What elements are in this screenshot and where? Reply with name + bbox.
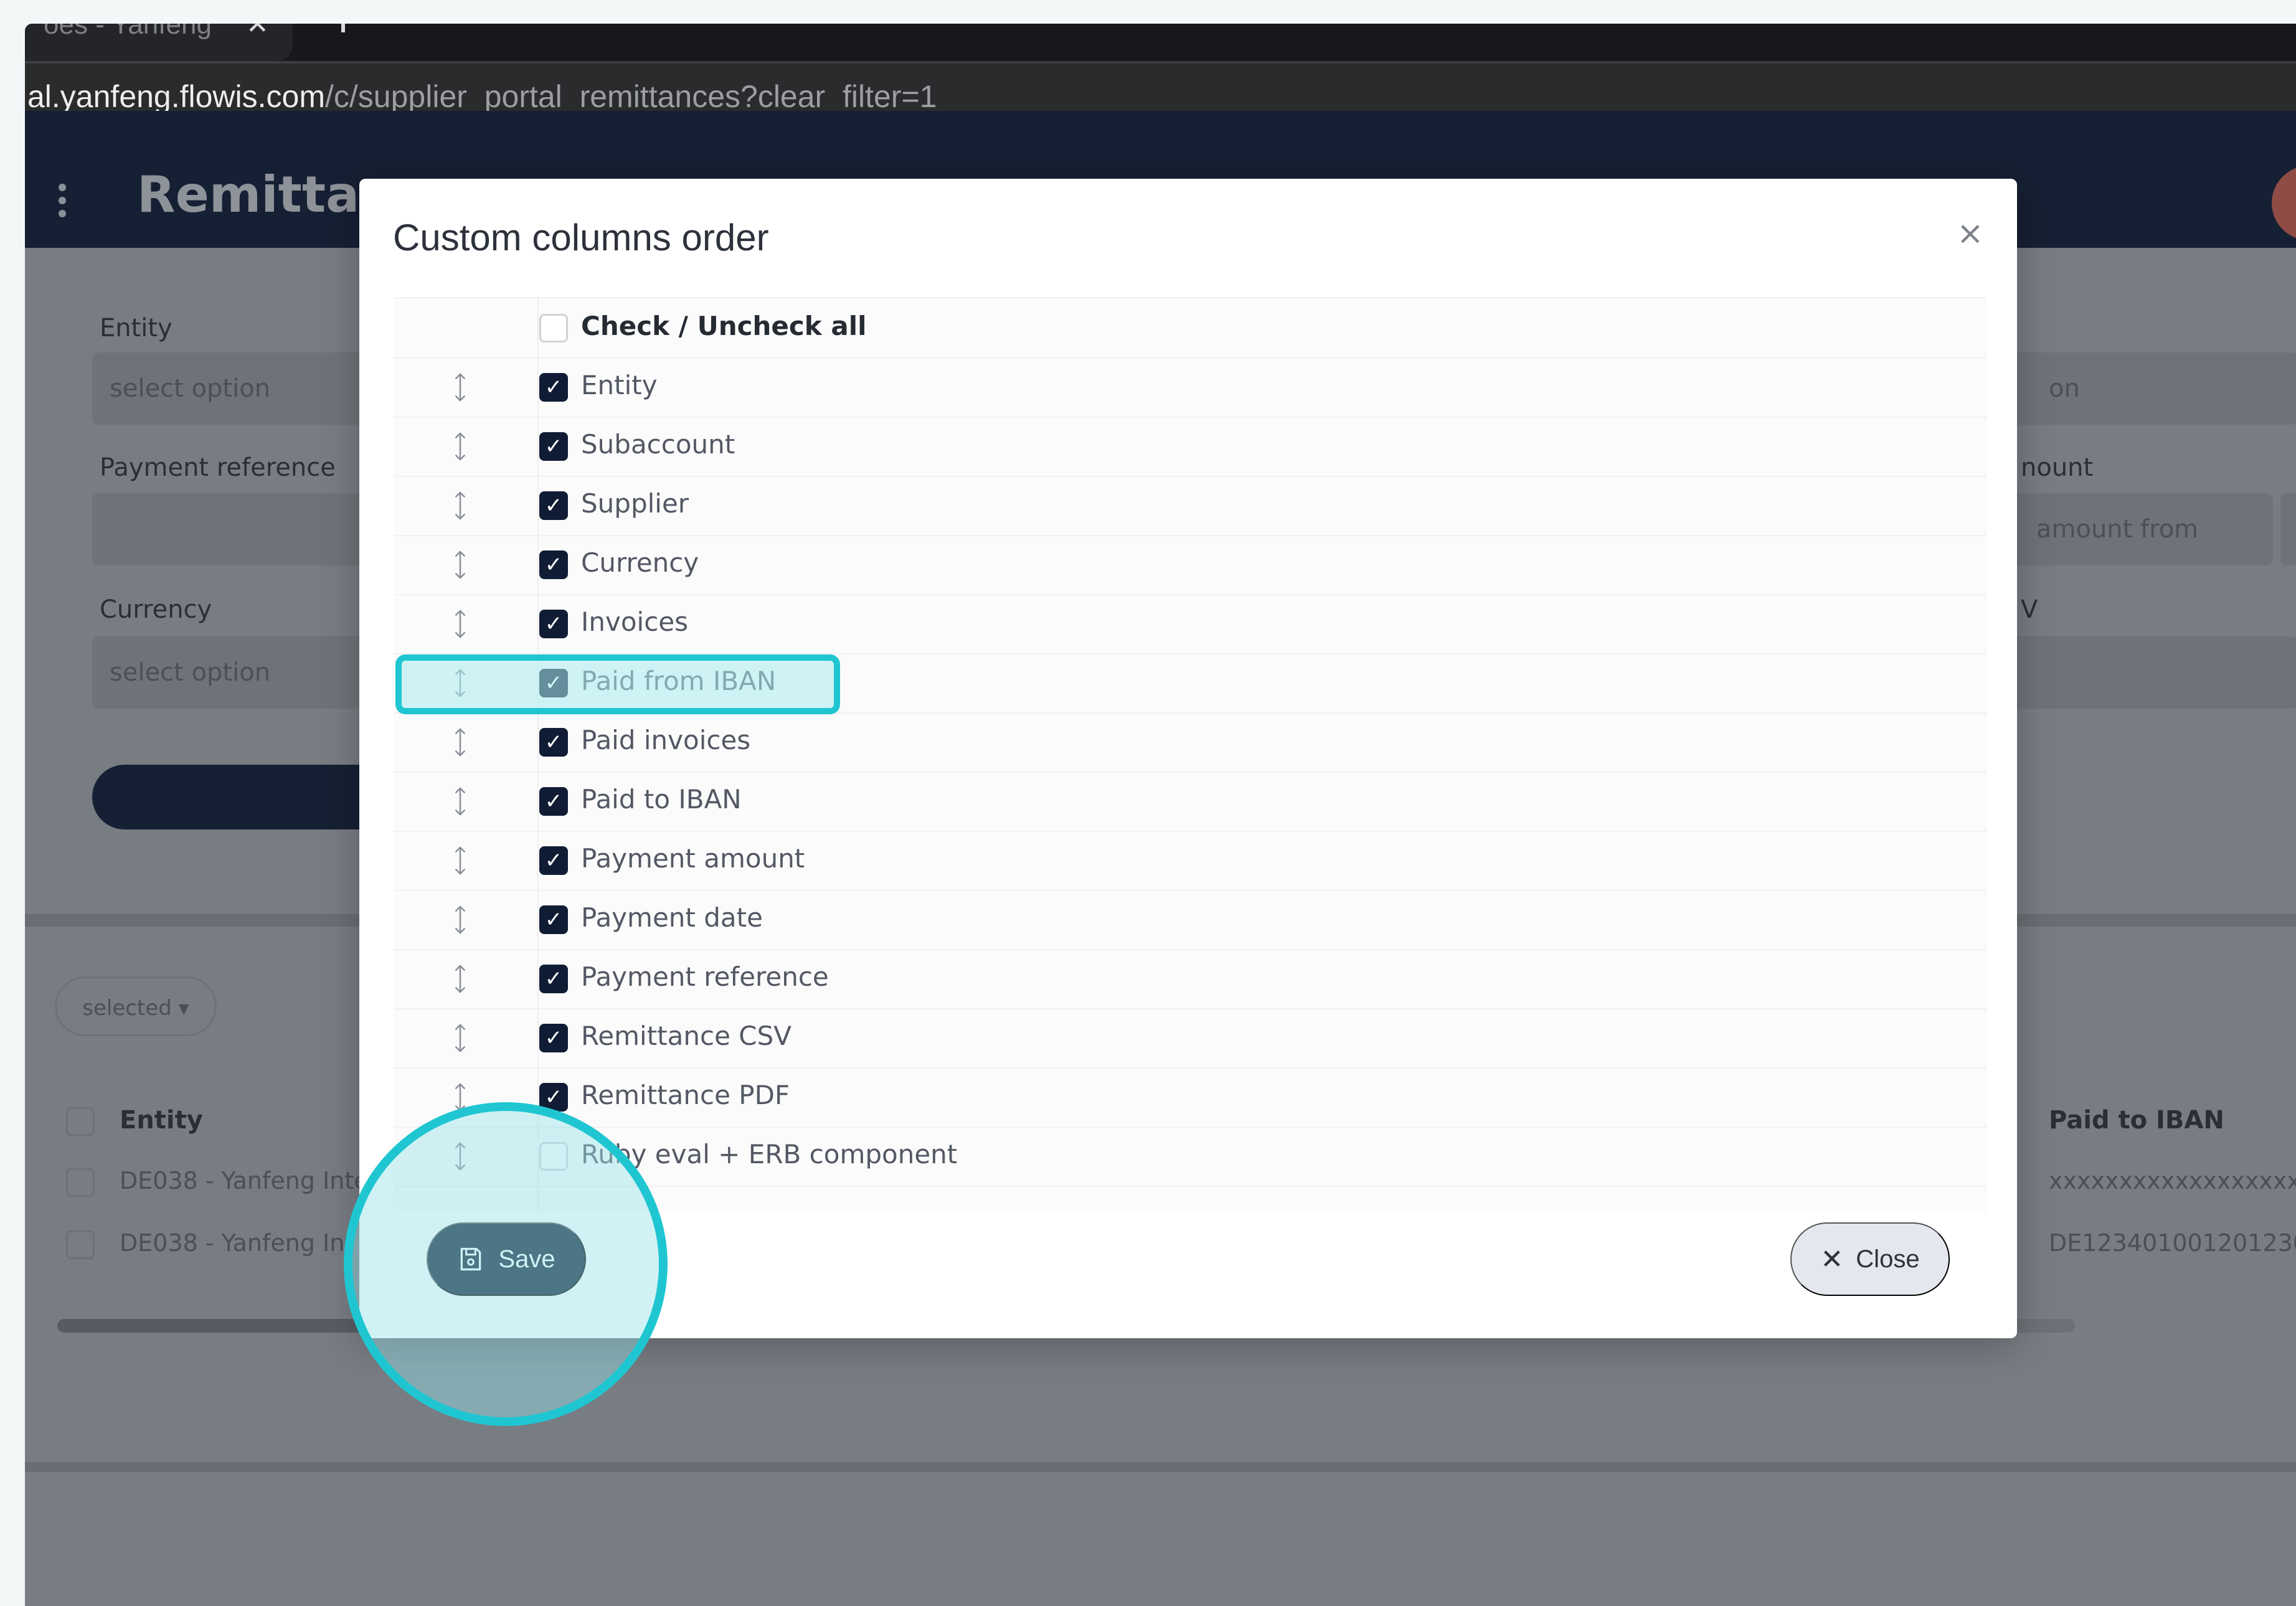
column-row-payment-amount[interactable]: ✓ Payment amount (394, 831, 1987, 891)
column-label: Payment date (581, 902, 763, 933)
column-checkbox[interactable]: ✓ (539, 1024, 568, 1052)
url-host: al.yanfeng.flowis.com (27, 79, 326, 114)
table-cell-paid-to-iban: xxxxxxxxxxxxxxxxxx1 (2049, 1167, 2296, 1194)
close-button[interactable]: ✕ Close (1790, 1222, 1950, 1296)
column-row-entity[interactable]: ✓ Entity (394, 357, 1987, 418)
table-row-checkbox[interactable] (66, 1168, 95, 1197)
drag-handle-icon[interactable] (453, 787, 468, 816)
column-label: Entity (581, 370, 658, 400)
column-row-subaccount[interactable]: ✓ Subaccount (394, 417, 1987, 477)
drag-handle-icon[interactable] (453, 728, 468, 757)
check-all-label: Check / Uncheck all (581, 311, 867, 341)
currency-filter-label: Currency (100, 595, 212, 624)
column-checkbox[interactable]: ✓ (539, 787, 568, 816)
browser-tab[interactable]: oes - Yanfeng ✕ (25, 24, 293, 61)
right-filter-label-3: V (2021, 595, 2038, 624)
drag-handle-icon[interactable] (453, 550, 468, 579)
column-label: Remittance PDF (581, 1080, 790, 1110)
amount-filter-label: nount (2021, 453, 2094, 482)
column-checkbox[interactable]: ✓ (539, 432, 568, 461)
drag-handle-icon[interactable] (453, 610, 468, 638)
column-checkbox[interactable]: ✓ (539, 846, 568, 875)
column-label: Ruby eval + ERB component (581, 1139, 958, 1169)
table-scrollbar-thumb[interactable] (57, 1319, 381, 1333)
column-label: Paid to IBAN (581, 784, 742, 815)
save-button-spotlight (344, 1102, 668, 1426)
column-label: Subaccount (581, 429, 735, 460)
check-all-checkbox[interactable]: ✓ (539, 314, 568, 342)
selected-dropdown[interactable]: selected ▾ (55, 976, 217, 1036)
column-label: Remittance CSV (581, 1021, 792, 1051)
modal-title: Custom columns order (393, 217, 769, 258)
check-all-row[interactable]: ✓ Check / Uncheck all (394, 298, 1987, 359)
column-checkbox[interactable]: ✓ (539, 491, 568, 520)
drag-handle-icon[interactable] (453, 373, 468, 402)
table-cell-paid-to-iban: DE123401001201230 (2049, 1229, 2296, 1257)
column-row-supplier[interactable]: ✓ Supplier (394, 476, 1987, 536)
table-cell-entity: DE038 - Yanfeng Inte (120, 1167, 369, 1194)
column-label: Supplier (581, 488, 689, 519)
column-checkbox[interactable]: ✓ (539, 610, 568, 638)
column-checkbox[interactable]: ✓ (539, 373, 568, 402)
modal-close-icon[interactable]: × (1957, 217, 1984, 250)
url-path: /c/supplier_portal_remittances?clear_fil… (325, 79, 937, 114)
drag-handle-icon[interactable] (453, 905, 468, 934)
payment-reference-filter-label: Payment reference (100, 453, 336, 482)
column-row-remittance-pdf[interactable]: ✓ Remittance PDF (394, 1067, 1987, 1128)
column-checkbox[interactable]: ✓ (539, 965, 568, 993)
column-label: Currency (581, 547, 699, 578)
column-row-remittance-csv[interactable]: ✓ Remittance CSV (394, 1008, 1987, 1069)
paid-from-iban-highlight (395, 654, 840, 714)
tab-strip: oes - Yanfeng ✕ (25, 24, 2296, 61)
entity-filter-label: Entity (100, 314, 172, 342)
drag-handle-icon[interactable] (453, 491, 468, 520)
right-filter-input-3[interactable] (2011, 636, 2296, 709)
column-row-paid-invoices[interactable]: ✓ Paid invoices (394, 712, 1987, 773)
column-row-payment-reference[interactable]: ✓ Payment reference (394, 949, 1987, 1009)
column-checkbox[interactable]: ✓ (539, 905, 568, 934)
table-row-checkbox[interactable] (66, 1230, 95, 1259)
bottom-divider (25, 1462, 2296, 1472)
drag-handle-icon[interactable] (453, 846, 468, 875)
close-x-icon: ✕ (1820, 1244, 1844, 1275)
drag-handle-icon[interactable] (453, 1024, 468, 1052)
tab-title: oes - Yanfeng (44, 24, 212, 40)
close-button-label: Close (1856, 1245, 1920, 1273)
column-row-invoices[interactable]: ✓ Invoices (394, 594, 1987, 654)
column-label: Payment amount (581, 843, 805, 874)
drag-handle-icon[interactable] (453, 965, 468, 993)
amount-from-input[interactable]: amount from (2011, 493, 2273, 565)
page-title: Remittan (137, 166, 395, 224)
table-header-paid-to-iban[interactable]: Paid to IBAN (2049, 1106, 2224, 1135)
right-filter-select[interactable]: on (2011, 352, 2296, 425)
column-checkbox[interactable]: ✓ (539, 550, 568, 579)
column-checkbox[interactable]: ✓ (539, 728, 568, 757)
new-tab-icon[interactable] (341, 24, 345, 32)
drag-handle-icon[interactable] (453, 432, 468, 461)
table-header-checkbox[interactable] (66, 1107, 95, 1136)
column-label: Invoices (581, 607, 689, 637)
column-label: Payment reference (581, 961, 829, 992)
table-cell-entity: DE038 - Yanfeng Int (120, 1229, 354, 1257)
column-label: Paid invoices (581, 725, 751, 755)
amount-to-input[interactable]: F (2280, 493, 2296, 565)
kebab-menu-icon[interactable] (59, 184, 66, 223)
column-row-currency[interactable]: ✓ Currency (394, 535, 1987, 595)
columns-list: ✓ Check / Uncheck all ✓ Entity ✓ Subaccount… (394, 297, 1987, 1211)
column-row-payment-date[interactable]: ✓ Payment date (394, 890, 1987, 950)
table-header-entity[interactable]: Entity (120, 1106, 203, 1135)
column-row-paid-to-iban[interactable]: ✓ Paid to IBAN (394, 772, 1987, 832)
tab-close-icon[interactable]: ✕ (246, 24, 269, 39)
url-text[interactable]: al.yanfeng.flowis.com/c/supplier_portal_… (27, 78, 937, 115)
